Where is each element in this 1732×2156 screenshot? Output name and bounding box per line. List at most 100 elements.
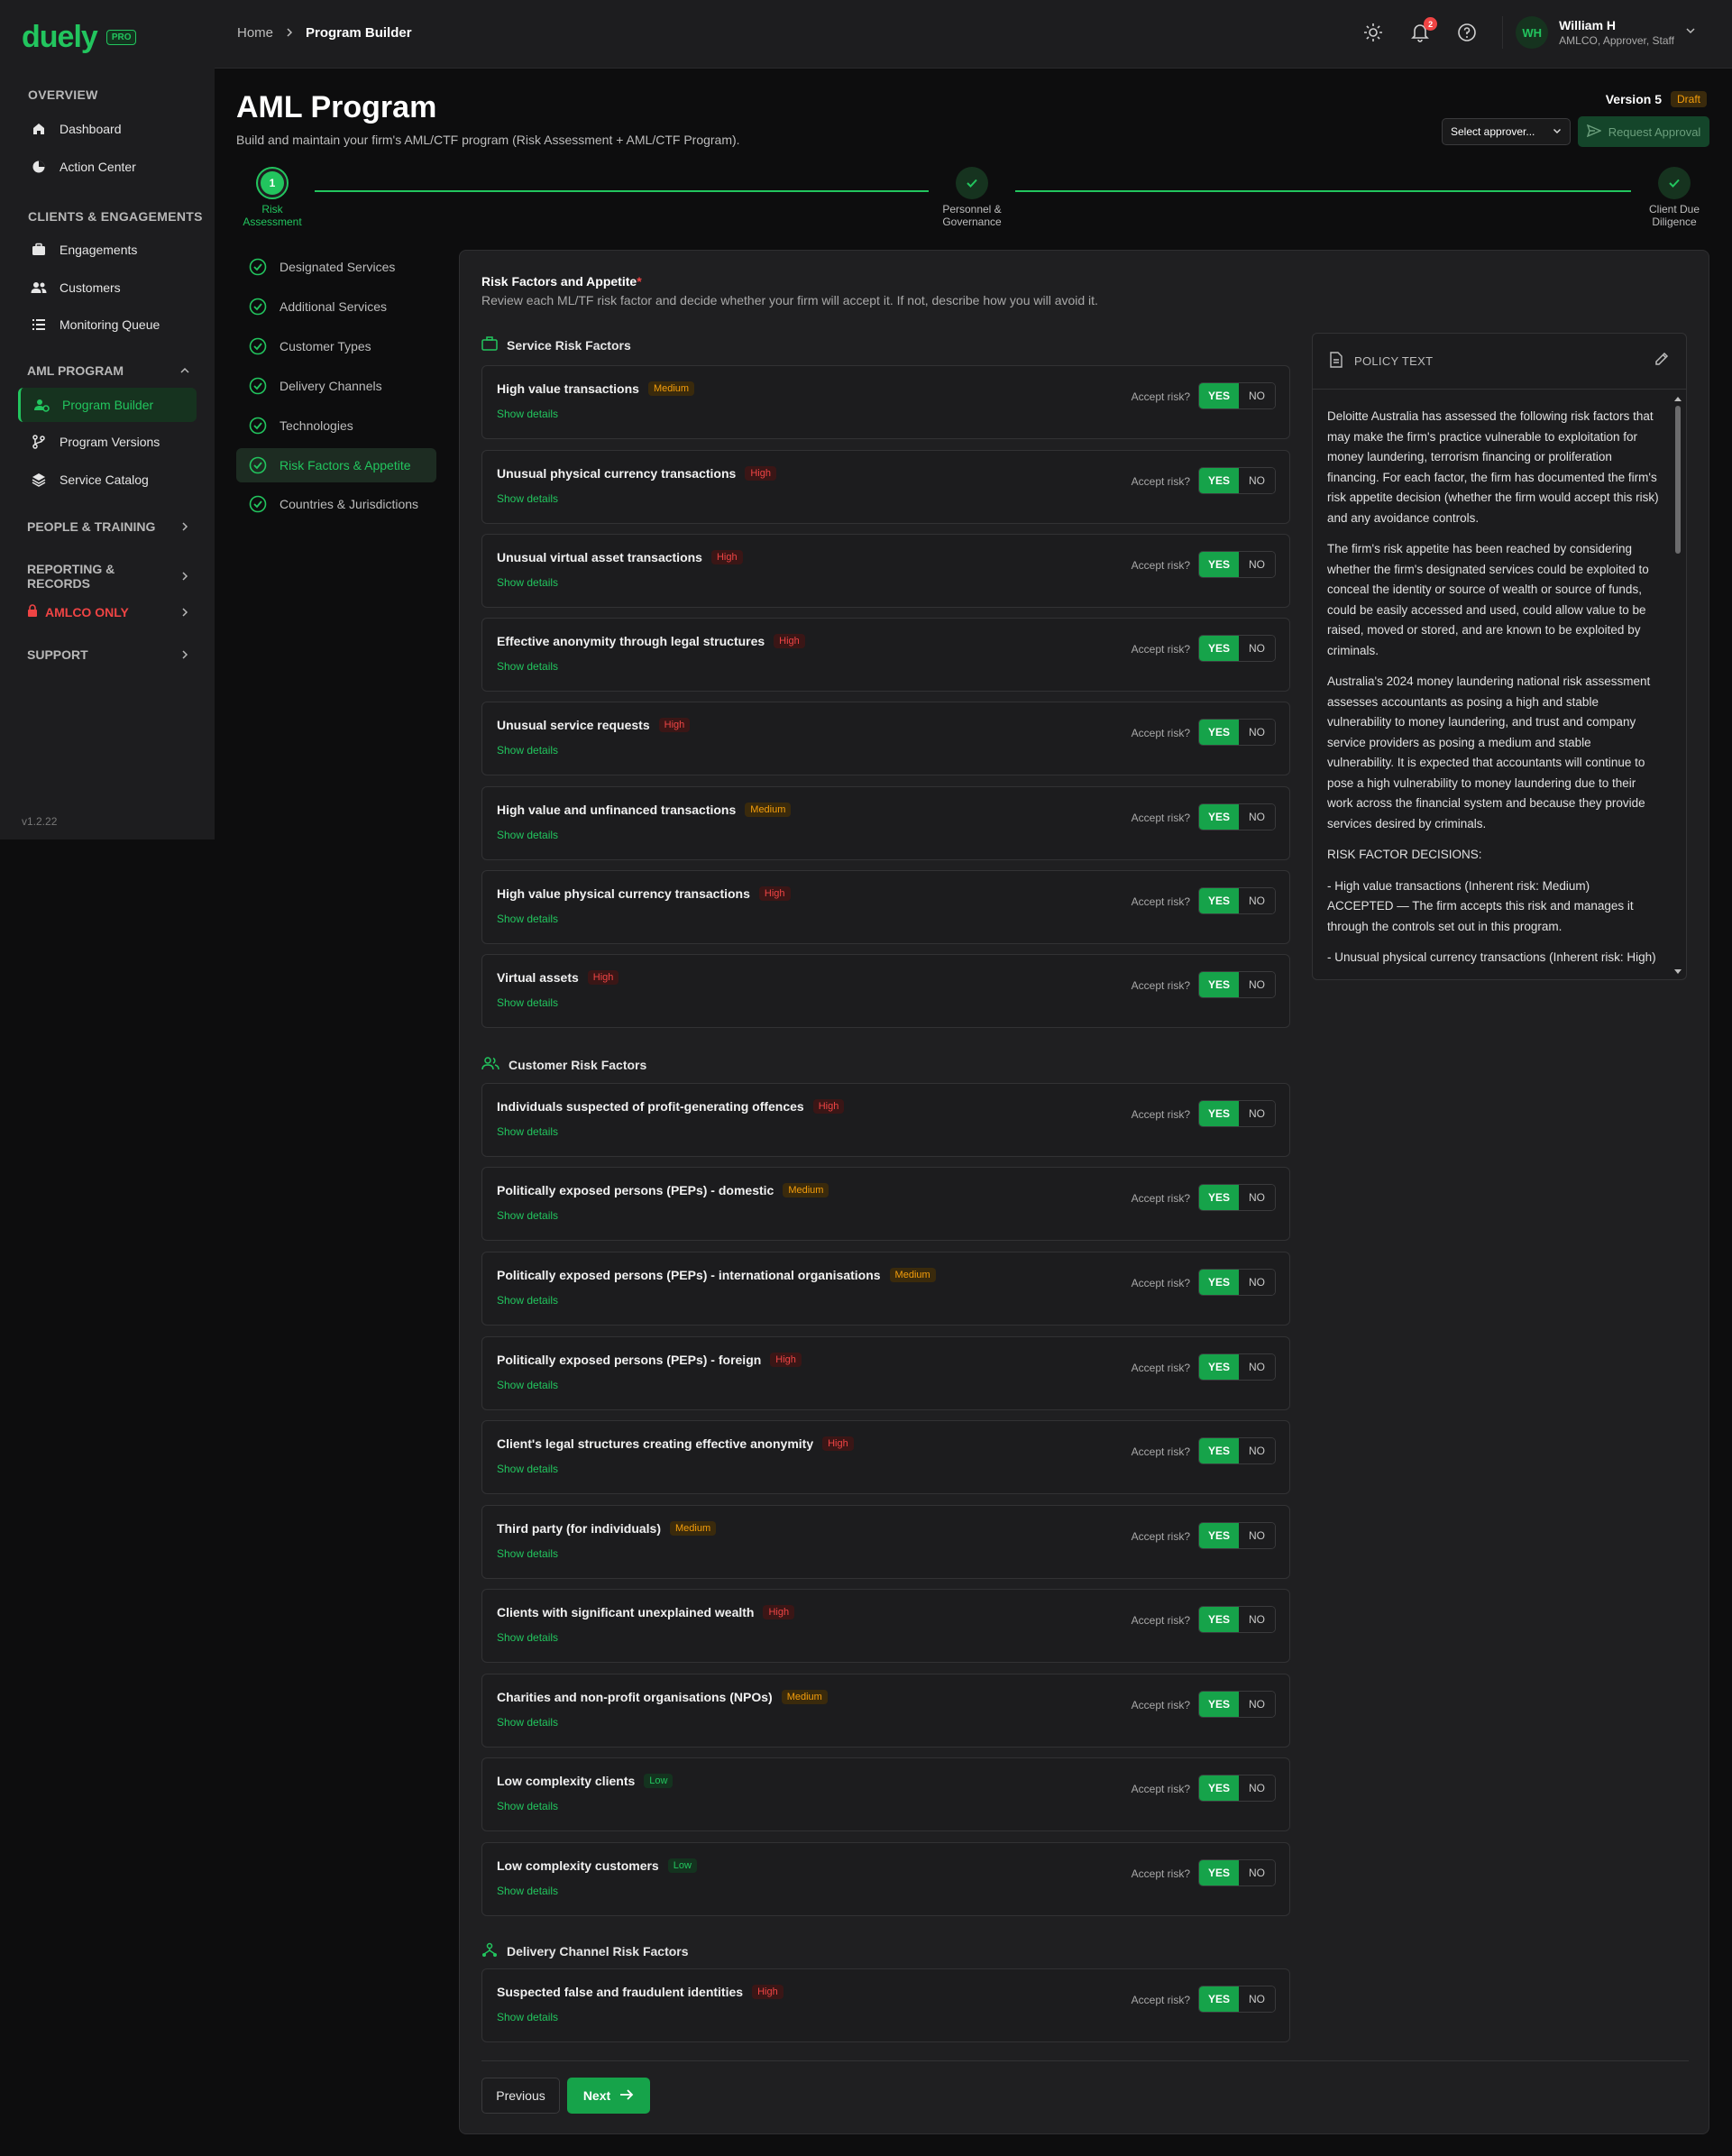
accept-risk-toggle[interactable]: YES NO: [1198, 635, 1276, 662]
yes-option[interactable]: YES: [1199, 1185, 1239, 1210]
accept-risk-toggle[interactable]: YES NO: [1198, 1606, 1276, 1633]
breadcrumb-home[interactable]: Home: [237, 25, 273, 41]
yes-option[interactable]: YES: [1199, 972, 1239, 997]
show-details-link[interactable]: Show details: [497, 1463, 558, 1475]
show-details-link[interactable]: Show details: [497, 660, 558, 673]
show-details-link[interactable]: Show details: [497, 1800, 558, 1812]
accept-risk-toggle[interactable]: YES NO: [1198, 1859, 1276, 1886]
no-option[interactable]: NO: [1239, 1185, 1275, 1210]
yes-option[interactable]: YES: [1199, 1101, 1239, 1126]
show-details-link[interactable]: Show details: [497, 829, 558, 841]
no-option[interactable]: NO: [1239, 1775, 1275, 1801]
no-option[interactable]: NO: [1239, 636, 1275, 661]
no-option[interactable]: NO: [1239, 468, 1275, 493]
accept-risk-toggle[interactable]: YES NO: [1198, 971, 1276, 998]
yes-option[interactable]: YES: [1199, 720, 1239, 745]
sidebar-item-action-center[interactable]: Action Center: [18, 150, 197, 184]
step-client-due-diligence[interactable]: Client Due Diligence: [1631, 167, 1718, 228]
show-details-link[interactable]: Show details: [497, 1379, 558, 1391]
substep-item[interactable]: Delivery Channels: [236, 369, 436, 403]
accept-risk-toggle[interactable]: YES NO: [1198, 551, 1276, 578]
yes-option[interactable]: YES: [1199, 888, 1239, 913]
accept-risk-toggle[interactable]: YES NO: [1198, 1269, 1276, 1296]
accept-risk-toggle[interactable]: YES NO: [1198, 803, 1276, 830]
accept-risk-toggle[interactable]: YES NO: [1198, 1184, 1276, 1211]
sidebar-item-engagements[interactable]: Engagements: [18, 233, 197, 267]
yes-option[interactable]: YES: [1199, 1354, 1239, 1380]
previous-button[interactable]: Previous: [481, 2078, 560, 2114]
yes-option[interactable]: YES: [1199, 636, 1239, 661]
no-option[interactable]: NO: [1239, 804, 1275, 830]
substep-item[interactable]: Risk Factors & Appetite: [236, 448, 436, 482]
yes-option[interactable]: YES: [1199, 1775, 1239, 1801]
approver-select[interactable]: Select approver...: [1442, 118, 1571, 145]
no-option[interactable]: NO: [1239, 552, 1275, 577]
request-approval-button[interactable]: Request Approval: [1578, 116, 1709, 147]
yes-option[interactable]: YES: [1199, 552, 1239, 577]
no-option[interactable]: NO: [1239, 1607, 1275, 1632]
accept-risk-toggle[interactable]: YES NO: [1198, 887, 1276, 914]
accept-risk-toggle[interactable]: YES NO: [1198, 1691, 1276, 1718]
show-details-link[interactable]: Show details: [497, 1547, 558, 1560]
yes-option[interactable]: YES: [1199, 1692, 1239, 1717]
next-button[interactable]: Next: [567, 2078, 650, 2114]
no-option[interactable]: NO: [1239, 1101, 1275, 1126]
no-option[interactable]: NO: [1239, 1860, 1275, 1885]
notifications-bell-icon[interactable]: 2: [1408, 17, 1438, 44]
step-risk-assessment[interactable]: 1 Risk Assessment: [236, 167, 308, 228]
accept-risk-toggle[interactable]: YES NO: [1198, 1986, 1276, 2013]
substep-item[interactable]: Technologies: [236, 408, 436, 443]
yes-option[interactable]: YES: [1199, 1986, 1239, 2012]
accept-risk-toggle[interactable]: YES NO: [1198, 1353, 1276, 1381]
show-details-link[interactable]: Show details: [497, 2011, 558, 2023]
theme-sun-icon[interactable]: [1361, 21, 1385, 44]
no-option[interactable]: NO: [1239, 1523, 1275, 1548]
sidebar-item-customers[interactable]: Customers: [18, 271, 197, 305]
show-details-link[interactable]: Show details: [497, 913, 558, 925]
yes-option[interactable]: YES: [1199, 383, 1239, 408]
no-option[interactable]: NO: [1239, 383, 1275, 408]
nav-group-amlco-only[interactable]: AMLCO ONLY: [27, 604, 189, 619]
yes-option[interactable]: YES: [1199, 1523, 1239, 1548]
accept-risk-toggle[interactable]: YES NO: [1198, 1437, 1276, 1464]
yes-option[interactable]: YES: [1199, 1860, 1239, 1885]
substep-item[interactable]: Countries & Jurisdictions: [236, 487, 436, 521]
nav-group-reporting-records[interactable]: REPORTING & RECORDS: [27, 562, 189, 591]
no-option[interactable]: NO: [1239, 888, 1275, 913]
nav-group-support[interactable]: SUPPORT: [27, 647, 189, 662]
yes-option[interactable]: YES: [1199, 468, 1239, 493]
sidebar-item-service-catalog[interactable]: Service Catalog: [18, 463, 197, 497]
show-details-link[interactable]: Show details: [497, 492, 558, 505]
sidebar-item-dashboard[interactable]: Dashboard: [18, 112, 197, 146]
no-option[interactable]: NO: [1239, 972, 1275, 997]
logo[interactable]: duely PRO: [22, 20, 137, 55]
show-details-link[interactable]: Show details: [497, 408, 558, 420]
substep-item[interactable]: Additional Services: [236, 289, 436, 324]
show-details-link[interactable]: Show details: [497, 996, 558, 1009]
show-details-link[interactable]: Show details: [497, 1294, 558, 1307]
show-details-link[interactable]: Show details: [497, 744, 558, 757]
accept-risk-toggle[interactable]: YES NO: [1198, 719, 1276, 746]
no-option[interactable]: NO: [1239, 1438, 1275, 1463]
show-details-link[interactable]: Show details: [497, 1125, 558, 1138]
accept-risk-toggle[interactable]: YES NO: [1198, 1522, 1276, 1549]
no-option[interactable]: NO: [1239, 720, 1275, 745]
policy-body[interactable]: Deloitte Australia has assessed the foll…: [1313, 390, 1673, 979]
yes-option[interactable]: YES: [1199, 1607, 1239, 1632]
no-option[interactable]: NO: [1239, 1986, 1275, 2012]
edit-pencil-icon[interactable]: [1654, 351, 1670, 372]
sidebar-item-program-builder[interactable]: Program Builder: [18, 388, 197, 422]
yes-option[interactable]: YES: [1199, 804, 1239, 830]
substep-item[interactable]: Customer Types: [236, 329, 436, 363]
show-details-link[interactable]: Show details: [497, 1209, 558, 1222]
yes-option[interactable]: YES: [1199, 1270, 1239, 1295]
show-details-link[interactable]: Show details: [497, 1716, 558, 1729]
nav-group-people-training[interactable]: PEOPLE & TRAINING: [27, 519, 189, 534]
accept-risk-toggle[interactable]: YES NO: [1198, 1100, 1276, 1127]
user-menu[interactable]: WH William H AMLCO, Approver, Staff: [1502, 16, 1696, 49]
yes-option[interactable]: YES: [1199, 1438, 1239, 1463]
sidebar-item-program-versions[interactable]: Program Versions: [18, 425, 197, 459]
nav-section-aml-program[interactable]: AML PROGRAM: [27, 363, 189, 378]
show-details-link[interactable]: Show details: [497, 1631, 558, 1644]
substep-item[interactable]: Designated Services: [236, 250, 436, 284]
